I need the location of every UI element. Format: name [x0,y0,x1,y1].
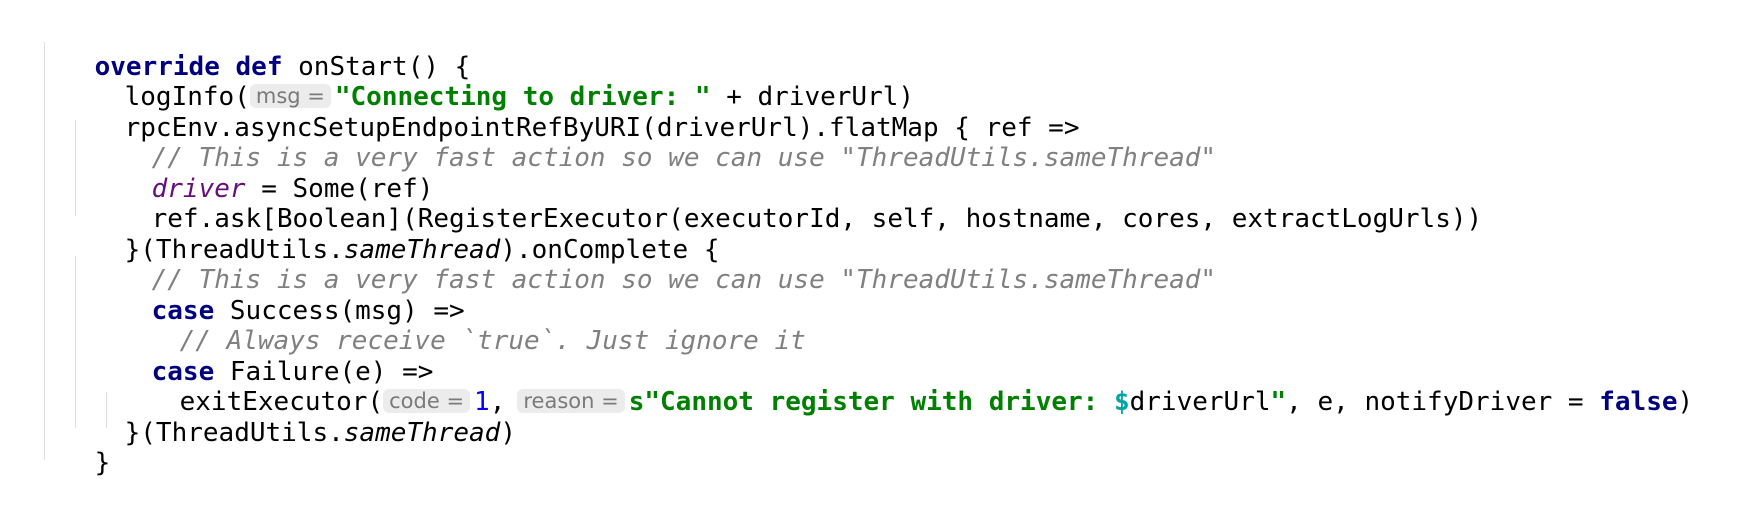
keyword-false: false [1599,387,1678,417]
method-samethread: sameThread [343,418,501,448]
code-line: }(ThreadUtils.sameThread) [62,382,516,448]
code-line: // This is a very fast action so we can … [89,229,1216,295]
code-line: // This is a very fast action so we can … [89,107,1216,173]
code-editor[interactable]: override def onStart() { logInfo(msg = "C… [0,0,1750,504]
code-line: driver = Some(ref) [89,138,434,204]
code-line: case Failure(e) => [89,321,434,387]
param-hint-reason: reason = [517,389,625,413]
code-text: , e, notifyDriver = [1286,387,1600,417]
code-text: }(ThreadUtils. [124,418,344,448]
code-line: logInfo(msg = "Connecting to driver: " + … [62,46,914,112]
code-line: ref.ask[Boolean](RegisterExecutor(execut… [89,168,1483,234]
code-line: override def onStart() { [32,16,471,82]
closing-brace: } [94,448,111,478]
interpolated-var: driverUrl [1129,387,1271,417]
code-text: ) [1677,387,1694,417]
code-text: ) [500,418,516,448]
code-line: }(ThreadUtils.sameThread).onComplete { [62,199,720,265]
string-literal-end: " [1270,387,1287,417]
interpolation-dollar: $ [1113,387,1130,417]
string-literal: s"Cannot register with driver: [628,387,1114,417]
code-line: // Always receive `true`. Just ignore it [117,290,806,356]
code-line: case Success(msg) => [89,260,465,326]
code-line: rpcEnv.asyncSetupEndpointRefByURI(driver… [62,77,1080,143]
code-line: } [32,412,111,478]
code-line: exitExecutor(code = 1, reason = s"Cannot re… [117,351,1694,417]
